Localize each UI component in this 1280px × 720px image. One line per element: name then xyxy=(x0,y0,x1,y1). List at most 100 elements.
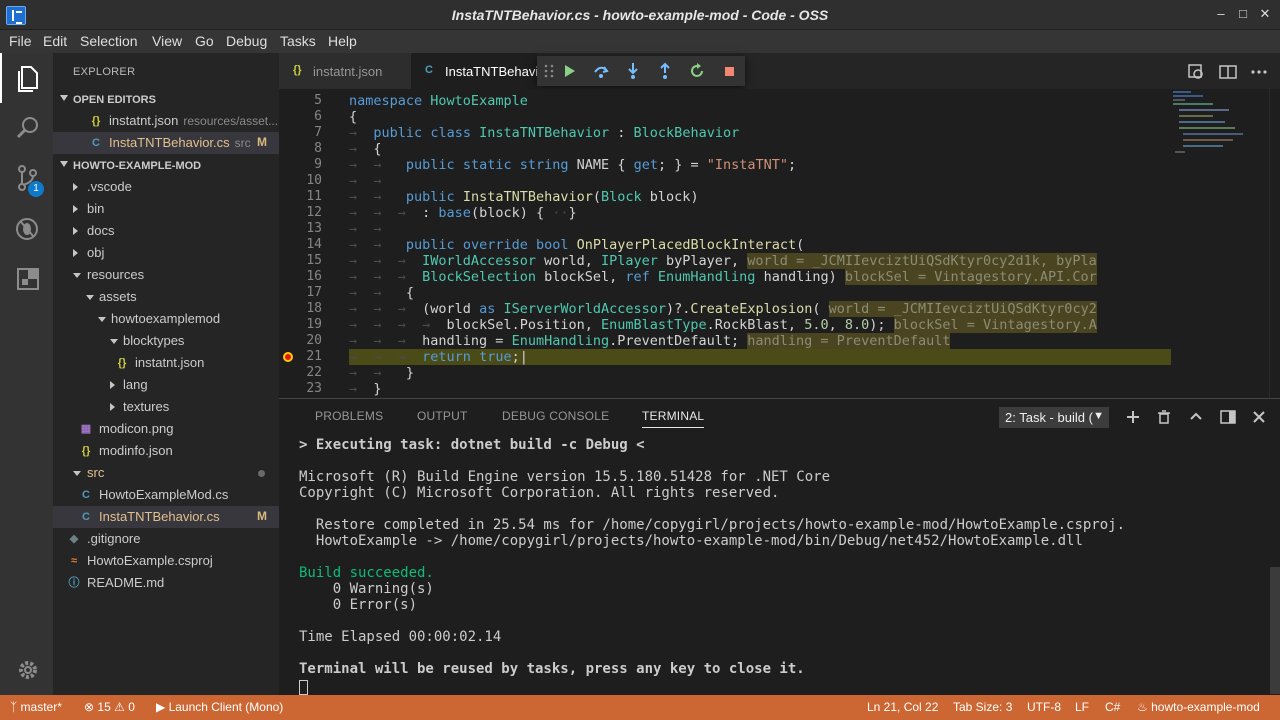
tab-instatnt-json[interactable]: {} instatnt.json xyxy=(279,53,411,89)
chevron-up-icon[interactable] xyxy=(1187,408,1205,426)
tab-size[interactable]: Tab Size: 3 xyxy=(953,700,1012,714)
terminal-line: Microsoft (R) Build Engine version 15.5.… xyxy=(299,469,831,485)
menu-debug[interactable]: Debug xyxy=(226,33,267,49)
terminal-select[interactable]: 2: Task - build ( ▼ xyxy=(999,407,1109,428)
minimap[interactable] xyxy=(1171,89,1271,398)
tab-problems[interactable]: PROBLEMS xyxy=(315,409,383,423)
problems-count[interactable]: ⊗ 15 ⚠ 0 xyxy=(84,700,135,714)
step-out-icon[interactable] xyxy=(655,61,675,81)
tree-file[interactable]: ≈ HowtoExample.csproj xyxy=(53,550,279,572)
menu-file[interactable]: File xyxy=(9,33,32,49)
chevron-down-icon xyxy=(60,95,68,101)
debug-activity[interactable] xyxy=(0,203,53,253)
search-icon xyxy=(16,117,38,139)
search-activity[interactable] xyxy=(0,103,53,153)
split-editor-icon[interactable] xyxy=(1218,62,1238,82)
chevron-right-icon xyxy=(73,227,78,235)
menu-tasks[interactable]: Tasks xyxy=(280,33,316,49)
menu-help[interactable]: Help xyxy=(328,33,357,49)
tree-folder[interactable]: .vscode xyxy=(53,176,279,198)
trash-icon[interactable] xyxy=(1155,408,1173,426)
maximize-button[interactable]: □ xyxy=(1234,5,1252,23)
launch-config[interactable]: ▶ Launch Client (Mono) xyxy=(156,700,283,714)
open-editor-item[interactable]: {} instatnt.json resources/asset... xyxy=(53,110,279,132)
json-icon: {} xyxy=(81,445,91,457)
chevron-right-icon xyxy=(73,249,78,257)
more-actions-icon[interactable] xyxy=(1249,62,1269,82)
tree-folder[interactable]: blocktypes xyxy=(53,330,279,352)
close-window-button[interactable]: ✕ xyxy=(1256,5,1274,23)
step-over-icon[interactable] xyxy=(591,61,611,81)
inline-value: world = _JCMIIevciztUiQSdKtyr0cy2 xyxy=(828,301,1097,317)
close-panel-icon[interactable] xyxy=(1250,408,1268,426)
menu-edit[interactable]: Edit xyxy=(43,33,67,49)
tree-folder[interactable]: src xyxy=(53,462,279,484)
restart-icon[interactable] xyxy=(687,61,707,81)
add-terminal-icon[interactable] xyxy=(1124,408,1142,426)
minimize-button[interactable]: – xyxy=(1212,5,1230,23)
editor-scrollbar[interactable] xyxy=(1269,89,1280,398)
tab-debug-console[interactable]: DEBUG CONSOLE xyxy=(502,409,609,423)
continue-icon[interactable] xyxy=(559,61,579,81)
terminal-scrollbar[interactable] xyxy=(1270,567,1280,694)
tab-output[interactable]: OUTPUT xyxy=(417,409,468,423)
tree-file[interactable]: {} instatnt.json xyxy=(53,352,279,374)
terminal-line: Build succeeded. xyxy=(299,565,434,581)
tree-file[interactable]: C InstaTNTBehavior.cs M xyxy=(53,506,279,528)
tree-folder[interactable]: textures xyxy=(53,396,279,418)
project-status[interactable]: ♨ howto-example-mod xyxy=(1137,700,1260,714)
project-header[interactable]: HOWTO-EXAMPLE-MOD xyxy=(53,155,279,177)
menu-go[interactable]: Go xyxy=(195,33,214,49)
menu-view[interactable]: View xyxy=(152,33,182,49)
menu-bar: File Edit Selection View Go Debug Tasks … xyxy=(0,30,1280,53)
tab-terminal[interactable]: TERMINAL xyxy=(642,409,705,428)
settings-activity[interactable] xyxy=(0,645,53,695)
tab-instatntbehavior-cs[interactable]: C InstaTNTBehavior.cs xyxy=(411,53,537,89)
tree-folder[interactable]: howtoexamplemod xyxy=(53,308,279,330)
tree-folder[interactable]: bin xyxy=(53,198,279,220)
open-changes-icon[interactable] xyxy=(1186,62,1206,82)
debug-bug-icon xyxy=(16,218,38,240)
open-editor-item[interactable]: C InstaTNTBehavior.cs src M xyxy=(53,132,279,154)
code-line: 15 → → → IWorldAccessor world, IPlayer by… xyxy=(306,253,1097,269)
tree-file[interactable]: {} modinfo.json xyxy=(53,440,279,462)
tree-file[interactable]: ▦ modicon.png xyxy=(53,418,279,440)
language-mode[interactable]: C# xyxy=(1105,700,1120,714)
tree-folder[interactable]: resources xyxy=(53,264,279,286)
code-line: 14 → → public override bool OnPlayerPlace… xyxy=(306,237,805,253)
modified-flag: M xyxy=(257,509,267,523)
terminal-line: Terminal will be reused by tasks, press … xyxy=(299,661,805,677)
tree-file[interactable]: C HowtoExampleMod.cs xyxy=(53,484,279,506)
tree-folder[interactable]: assets xyxy=(53,286,279,308)
encoding[interactable]: UTF-8 xyxy=(1027,700,1061,714)
git-branch[interactable]: ᛉ master* xyxy=(10,700,62,714)
terminal-line: 0 Error(s) xyxy=(299,597,418,613)
code-editor[interactable]: 5 namespace HowtoExample 6{ 7 → public cla… xyxy=(279,89,1280,398)
open-editors-header[interactable]: OPEN EDITORS xyxy=(53,89,279,111)
drag-handle-icon[interactable] xyxy=(539,61,559,81)
menu-selection[interactable]: Selection xyxy=(80,33,138,49)
play-icon: ▶ xyxy=(156,700,169,714)
stop-icon[interactable] xyxy=(719,61,739,81)
terminal-output[interactable]: > Executing task: dotnet build -c Debug … xyxy=(299,435,1259,695)
tree-file[interactable]: ◆ .gitignore xyxy=(53,528,279,550)
tree-file[interactable]: ⓘ README.md xyxy=(53,572,279,594)
step-into-icon[interactable] xyxy=(623,61,643,81)
tree-folder[interactable]: obj xyxy=(53,242,279,264)
tree-folder[interactable]: docs xyxy=(53,220,279,242)
scm-activity[interactable]: 1 xyxy=(0,153,53,203)
line-ending[interactable]: LF xyxy=(1075,700,1089,714)
modified-dot xyxy=(258,470,265,477)
warning-icon: ⚠ xyxy=(114,700,129,714)
explorer-activity[interactable] xyxy=(0,53,53,103)
inline-value: blockSel = Vintagestory.API.Cor xyxy=(844,269,1097,285)
json-icon: {} xyxy=(117,357,127,369)
panel-layout-icon[interactable] xyxy=(1219,408,1237,426)
code-line: 17 → → { xyxy=(306,285,415,301)
editor-tab-bar: {} instatnt.json C InstaTNTBehavior.cs xyxy=(279,53,1280,89)
cursor-position[interactable]: Ln 21, Col 22 xyxy=(867,700,938,714)
tree-folder[interactable]: lang xyxy=(53,374,279,396)
terminal-line: Time Elapsed 00:00:02.14 xyxy=(299,629,502,645)
extensions-activity[interactable] xyxy=(0,253,53,303)
debug-toolbar xyxy=(537,56,745,86)
